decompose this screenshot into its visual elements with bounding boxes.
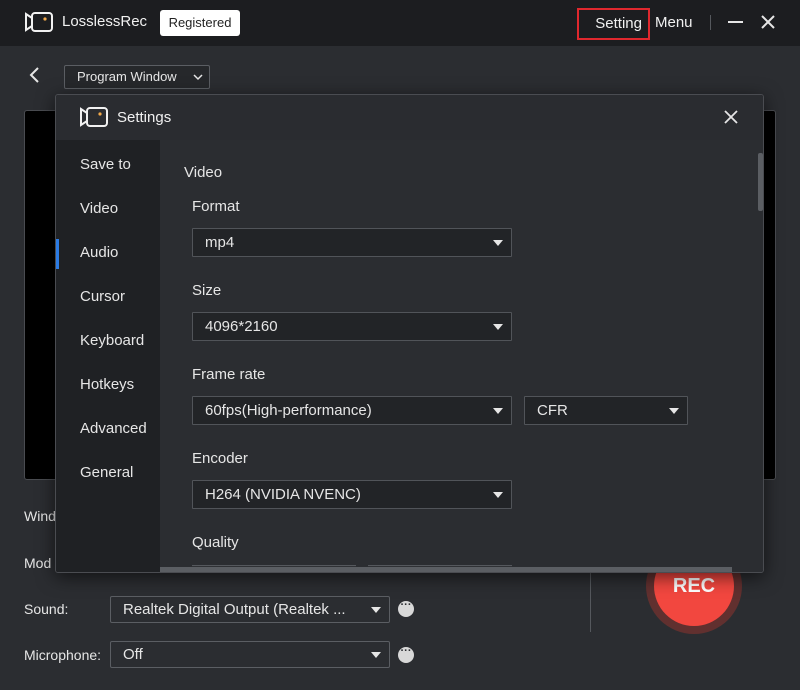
close-icon[interactable] [760,14,776,30]
settings-header: Settings [56,95,763,140]
encoder-label: Encoder [192,450,248,467]
registered-badge[interactable]: Registered [160,10,240,36]
size-select[interactable]: 4096*2160 [192,312,512,341]
sound-label: Sound: [24,601,69,617]
program-window-select[interactable]: Program Window [64,65,210,89]
size-label: Size [192,282,222,299]
nav-item-save-to[interactable]: Save to [80,156,131,173]
nav-item-cursor[interactable]: Cursor [80,288,125,305]
section-title: Video [184,164,223,181]
caret-down-icon [669,408,679,414]
caret-down-icon [493,324,503,330]
sound-select[interactable]: Realtek Digital Output (Realtek ... [110,596,390,623]
window-label: Wind [24,508,56,524]
settings-title: Settings [117,109,172,126]
chevron-down-icon [193,74,203,81]
framerate-mode-value: CFR [537,402,568,419]
app-logo-icon [80,107,108,127]
nav-item-hotkeys[interactable]: Hotkeys [80,376,134,393]
app-name: LosslessRec [62,13,148,30]
title-divider [710,15,711,30]
settings-nav: Save to Video Audio Cursor Keyboard Hotk… [56,140,160,572]
caret-down-icon [493,240,503,246]
horizontal-scrollbar[interactable] [160,567,732,572]
minimize-icon[interactable] [728,21,743,23]
caret-down-icon [493,492,503,498]
encoder-value: H264 (NVIDIA NVENC) [205,486,361,503]
format-select[interactable]: mp4 [192,228,512,257]
nav-item-advanced[interactable]: Advanced [80,420,147,437]
vertical-scrollbar[interactable] [758,153,763,211]
menu-button[interactable]: Menu [655,14,693,31]
framerate-value: 60fps(High-performance) [205,402,372,419]
setting-menu-button[interactable]: Setting [577,8,650,40]
microphone-more-icon[interactable]: ··· [398,646,414,663]
format-value: mp4 [205,234,235,251]
settings-dialog: Settings Save to Video Audio Cursor Keyb… [55,94,764,573]
caret-down-icon [493,408,503,414]
framerate-select[interactable]: 60fps(High-performance) [192,396,512,425]
quality-label: Quality [192,534,239,551]
nav-item-audio[interactable]: Audio [80,244,118,261]
microphone-value: Off [123,646,143,663]
nav-item-keyboard[interactable]: Keyboard [80,332,144,349]
caret-down-icon [371,607,381,613]
back-arrow-icon[interactable] [28,66,42,84]
nav-active-indicator [56,239,59,269]
settings-content: Video Format mp4 Size 4096*2160 Frame ra… [160,140,763,572]
microphone-select[interactable]: Off [110,641,390,668]
format-label: Format [192,198,240,215]
microphone-label: Microphone: [24,647,102,663]
size-value: 4096*2160 [205,318,278,335]
mode-label: Mod [24,555,52,571]
sound-value: Realtek Digital Output (Realtek ... [123,601,346,618]
controls-divider [590,570,591,632]
caret-down-icon [371,652,381,658]
sound-more-icon[interactable]: ··· [398,600,414,617]
framerate-mode-select[interactable]: CFR [524,396,688,425]
close-icon[interactable] [724,110,738,124]
nav-item-video[interactable]: Video [80,200,118,217]
encoder-select[interactable]: H264 (NVIDIA NVENC) [192,480,512,509]
title-bar: LosslessRec Registered Setting Menu [0,0,800,46]
framerate-label: Frame rate [192,366,266,383]
nav-item-general[interactable]: General [80,464,133,481]
app-logo-icon [25,12,53,32]
program-window-value: Program Window [77,69,177,84]
